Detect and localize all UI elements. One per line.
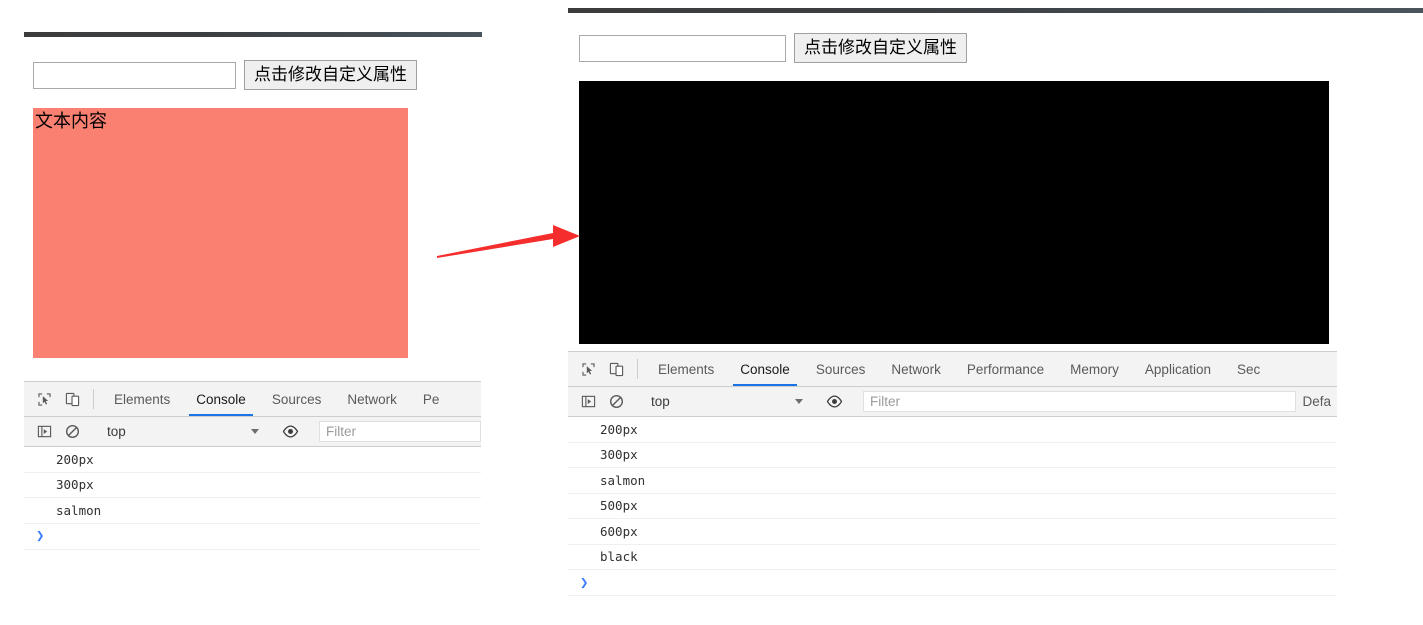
right-browser-window: 点击修改自定义属性 — [568, 8, 1423, 348]
console-prompt-row[interactable]: ❯ — [568, 570, 1337, 596]
console-filter-input[interactable] — [319, 421, 481, 442]
tab-performance[interactable]: Performance — [954, 352, 1057, 386]
prompt-caret-icon: ❯ — [36, 528, 45, 544]
left-devtools-panel: Elements Console Sources Network Pe top … — [24, 381, 481, 625]
right-devtools-tabbar: Elements Console Sources Network Perform… — [568, 352, 1337, 387]
console-log-row[interactable]: salmon — [24, 498, 481, 524]
tab-console[interactable]: Console — [183, 382, 259, 416]
console-context-selector[interactable]: top — [645, 391, 805, 412]
console-log-row[interactable]: 200px — [568, 417, 1337, 443]
demo-color-box — [579, 81, 1329, 344]
device-toolbar-icon[interactable] — [602, 352, 630, 386]
console-log-row[interactable]: 200px — [24, 447, 481, 473]
left-page-content: 点击修改自定义属性 文本内容 — [33, 60, 482, 358]
tab-application[interactable]: Application — [1132, 352, 1224, 386]
right-devtools-panel: Elements Console Sources Network Perform… — [568, 351, 1337, 625]
toolbar-divider — [93, 389, 94, 409]
eye-icon[interactable] — [276, 424, 304, 439]
eye-icon[interactable] — [820, 394, 848, 409]
console-context-label: top — [107, 424, 126, 439]
right-console-filterbar: top Defa — [568, 387, 1337, 417]
tab-elements[interactable]: Elements — [645, 352, 727, 386]
console-log-row[interactable]: salmon — [568, 468, 1337, 494]
console-log-row[interactable]: 300px — [24, 473, 481, 498]
tab-memory[interactable]: Memory — [1057, 352, 1132, 386]
toolbar-divider — [637, 359, 638, 379]
tab-elements[interactable]: Elements — [101, 382, 183, 416]
screenshot-root: 点击修改自定义属性 文本内容 Elements Console Sources … — [0, 0, 1423, 625]
console-filter-input[interactable] — [863, 391, 1297, 412]
tab-console[interactable]: Console — [727, 352, 803, 386]
clear-console-icon[interactable] — [58, 424, 86, 439]
clear-console-icon[interactable] — [602, 394, 630, 409]
inspect-element-icon[interactable] — [574, 352, 602, 386]
prompt-caret-icon: ❯ — [580, 574, 589, 591]
tab-performance[interactable]: Pe — [410, 382, 453, 416]
right-window-titlebar — [568, 8, 1423, 13]
chevron-down-icon — [795, 399, 803, 404]
console-sidebar-icon[interactable] — [574, 394, 602, 409]
apply-custom-prop-button[interactable]: 点击修改自定义属性 — [794, 33, 967, 63]
tab-sources[interactable]: Sources — [803, 352, 879, 386]
tab-security[interactable]: Sec — [1224, 352, 1273, 386]
device-toolbar-icon[interactable] — [58, 382, 86, 416]
tab-network[interactable]: Network — [878, 352, 954, 386]
console-log-row[interactable]: 500px — [568, 494, 1337, 519]
demo-box-text: 文本内容 — [35, 111, 107, 131]
tab-sources[interactable]: Sources — [259, 382, 335, 416]
console-sidebar-icon[interactable] — [30, 424, 58, 439]
log-levels-selector[interactable]: Defa — [1296, 394, 1337, 409]
demo-box-text — [579, 81, 1329, 83]
left-console-filterbar: top — [24, 417, 481, 447]
right-devtools-tablist: Elements Console Sources Network Perform… — [645, 352, 1337, 386]
custom-prop-input[interactable] — [33, 61, 236, 89]
left-console-log: 200px 300px salmon ❯ — [24, 447, 481, 550]
custom-prop-input[interactable] — [579, 34, 786, 62]
chevron-down-icon — [251, 429, 259, 434]
apply-custom-prop-button[interactable]: 点击修改自定义属性 — [244, 60, 417, 90]
console-log-row[interactable]: 300px — [568, 443, 1337, 468]
right-page-content: 点击修改自定义属性 — [579, 33, 1423, 344]
console-prompt-row[interactable]: ❯ — [24, 524, 481, 550]
left-devtools-tabbar: Elements Console Sources Network Pe — [24, 382, 481, 417]
inspect-element-icon[interactable] — [30, 382, 58, 416]
console-context-label: top — [651, 394, 670, 409]
demo-color-box: 文本内容 — [33, 108, 408, 358]
console-log-row[interactable]: 600px — [568, 519, 1337, 545]
tab-network[interactable]: Network — [334, 382, 410, 416]
right-console-log: 200px 300px salmon 500px 600px black ❯ — [568, 417, 1337, 596]
console-context-selector[interactable]: top — [101, 421, 261, 442]
console-log-row[interactable]: black — [568, 545, 1337, 570]
left-devtools-tablist: Elements Console Sources Network Pe — [101, 382, 481, 416]
left-window-titlebar — [24, 32, 482, 37]
